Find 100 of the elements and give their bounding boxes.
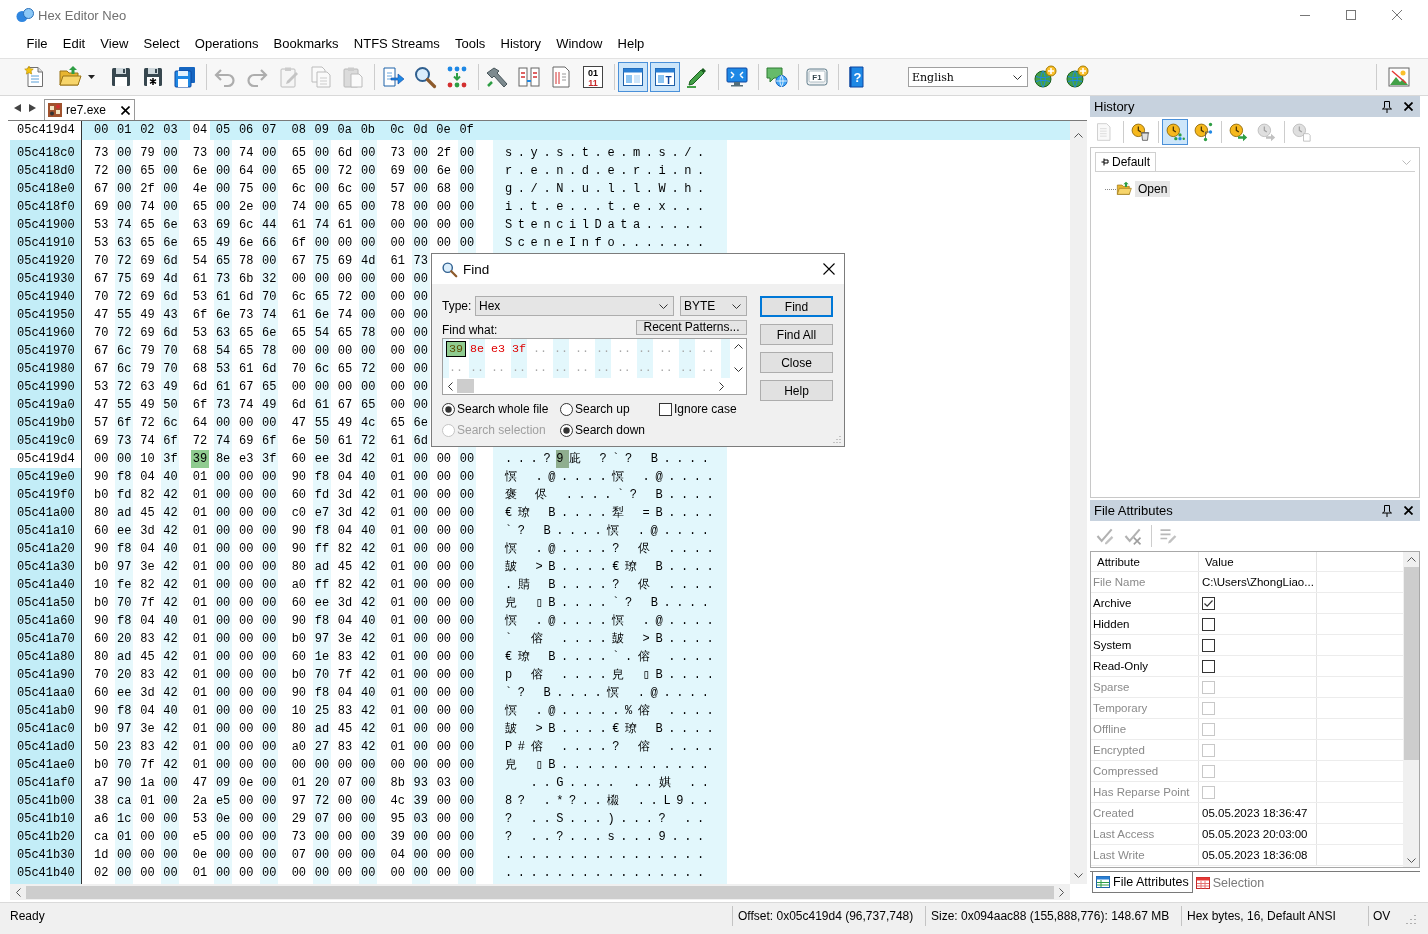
hex-bytes: 01 00 00 00	[390, 613, 475, 630]
scroll-up-icon[interactable]	[1074, 133, 1083, 138]
highlighter-icon	[685, 65, 709, 89]
column-header[interactable]: Attribute	[1091, 552, 1199, 571]
status-text: OV	[1368, 906, 1395, 926]
scrollbar-thumb[interactable]	[26, 885, 1054, 899]
scrollbar-thumb[interactable]	[457, 379, 474, 393]
hex-bytes: 01 00 00 00	[390, 721, 475, 738]
text-bytes: 慏 .@.....%傛 ....	[505, 703, 720, 720]
menu-item[interactable]: Window	[548, 34, 610, 54]
column-header[interactable]: Value	[1199, 552, 1317, 571]
copy-icon	[309, 65, 333, 89]
hex-bytes: 01 00 00 00	[390, 667, 475, 684]
radio-option[interactable]: Search down	[560, 421, 659, 439]
hex-bytes: 60 ee 3d 42	[291, 595, 376, 612]
radio-icon[interactable]	[560, 423, 573, 437]
hex-bytes: 90 ff 82 42	[291, 541, 376, 558]
pattern-field[interactable]: 39 8e e3 3f .. .. .. .. .. .. .. .. .. .. .. .. .. .. .. .. .. .. .. .. .. ..	[442, 338, 747, 395]
menu-item[interactable]: File	[19, 34, 56, 54]
close-icon[interactable]	[121, 105, 131, 115]
scroll-up-icon[interactable]	[733, 344, 743, 349]
menu-item[interactable]: View	[92, 34, 136, 54]
scroll-down-icon[interactable]	[1406, 858, 1416, 863]
resize-grip-icon[interactable]	[833, 435, 841, 443]
caret-char[interactable]: 9	[556, 450, 570, 468]
offset-label: 05c41af0	[16, 775, 76, 792]
horizontal-scrollbar[interactable]	[10, 884, 1070, 900]
radio-option[interactable]: Search up	[560, 400, 659, 418]
field-label: Type:	[442, 299, 473, 313]
tree-item[interactable]: Open	[1135, 181, 1171, 197]
menu-item[interactable]: Help	[610, 34, 652, 54]
hex-bytes: 01 00 00 00	[390, 739, 475, 756]
scroll-down-icon[interactable]	[1074, 873, 1083, 878]
close-icon[interactable]	[1404, 506, 1413, 515]
dialog-button[interactable]: Find All	[760, 324, 833, 345]
vertical-scrollbar[interactable]	[1403, 552, 1419, 867]
radio-option[interactable]: Search whole file	[442, 400, 560, 418]
chevron-down-icon[interactable]	[732, 303, 741, 309]
history-tab[interactable]: Default	[1095, 152, 1157, 171]
chevron-down-icon[interactable]	[1013, 74, 1022, 80]
file-tab[interactable]: re7.exe	[44, 99, 136, 120]
scroll-down-icon[interactable]	[733, 367, 743, 372]
scroll-left-icon[interactable]	[448, 381, 453, 391]
menu-item[interactable]: Edit	[55, 34, 93, 54]
resize-grip-icon[interactable]	[1406, 914, 1416, 924]
recent-patterns-button[interactable]: Recent Patterns...	[636, 320, 747, 335]
close-icon[interactable]	[823, 263, 835, 275]
dialog-button[interactable]: Help	[760, 380, 833, 401]
menu-item[interactable]: NTFS Streams	[346, 34, 448, 54]
menu-item[interactable]: Tools	[447, 34, 493, 54]
pin-icon[interactable]	[1382, 504, 1392, 517]
scroll-right-icon[interactable]	[29, 104, 36, 112]
chevron-down-icon[interactable]	[659, 303, 668, 309]
panel-tab[interactable]: Selection	[1192, 872, 1268, 893]
menu-item[interactable]: Operations	[187, 34, 266, 54]
hex-bytes: b0 97 3e 42	[291, 631, 376, 648]
hex-bytes: 01 00 00 00	[390, 541, 475, 558]
checkbox-option[interactable]: Ignore case	[659, 400, 747, 418]
checkbox-icon[interactable]	[1202, 617, 1215, 631]
hex-bytes: 61 6d	[390, 433, 428, 450]
dialog-button[interactable]: Find	[760, 296, 833, 317]
checkbox-icon[interactable]	[1202, 638, 1215, 652]
unit-dropdown[interactable]: BYTE	[680, 296, 747, 316]
radio-icon[interactable]	[442, 402, 455, 416]
caret-byte[interactable]: 39	[446, 341, 466, 357]
scroll-right-icon[interactable]	[1059, 887, 1064, 897]
hex-bytes: 8b 93 03 00	[390, 775, 475, 792]
menu-item[interactable]: Select	[135, 34, 188, 54]
window-button[interactable]	[618, 62, 648, 92]
scrollbar-thumb[interactable]	[1403, 567, 1419, 760]
menu-item[interactable]: Bookmarks	[266, 34, 347, 54]
close-icon[interactable]	[1404, 102, 1413, 111]
type-dropdown[interactable]: Hex	[475, 296, 674, 316]
caret-byte[interactable]: 39	[190, 450, 210, 468]
panel-tab[interactable]: File Attributes	[1092, 872, 1193, 893]
text-bytes: ` 傛 ....皷 >B....	[505, 631, 720, 648]
scroll-right-icon[interactable]	[719, 381, 724, 391]
pin-icon[interactable]	[1382, 100, 1392, 113]
checkbox-icon[interactable]	[659, 402, 672, 416]
scroll-left-icon[interactable]	[16, 887, 21, 897]
hex-bytes: 6d 61 67 65	[192, 379, 277, 396]
checkbox-icon[interactable]	[1202, 596, 1215, 610]
scroll-left-icon[interactable]	[14, 104, 21, 112]
hex-bytes: 00 00 00 00	[291, 343, 376, 360]
text-bytes: ? ..S...)...? ..	[505, 811, 710, 828]
radio-icon[interactable]	[560, 402, 573, 416]
language-dropdown[interactable]: English	[908, 67, 1028, 87]
app-logo-icon	[16, 7, 34, 23]
hex-bytes: e5 00 00 00	[192, 829, 277, 846]
check-pencil-icon	[1095, 526, 1115, 546]
attribute-value: 05.05.2023 20:03:00	[1202, 828, 1308, 840]
hex-bytes: 50 23 83 42	[94, 739, 178, 756]
hex-bytes: 01 00 00 00	[192, 487, 277, 504]
hex-bytes: 90 f8 04 40	[94, 613, 178, 630]
vertical-scrollbar[interactable]	[1070, 121, 1087, 884]
dialog-button[interactable]: Close	[760, 352, 833, 373]
scroll-up-icon[interactable]	[1406, 557, 1416, 562]
menu-item[interactable]: History	[492, 34, 549, 54]
clock-dots-button[interactable]	[1162, 119, 1188, 145]
checkbox-icon[interactable]	[1202, 659, 1215, 673]
